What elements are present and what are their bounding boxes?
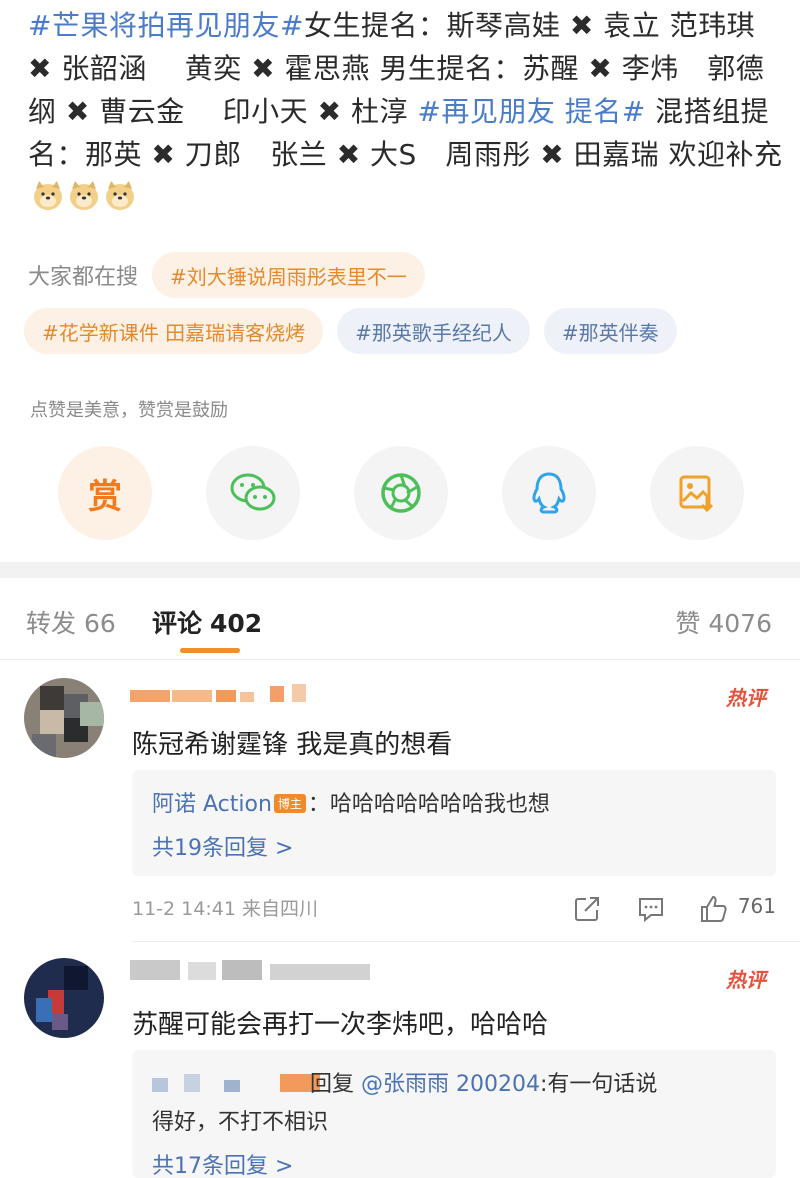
hot-search-pill[interactable]: #那英歌手经纪人 [337, 308, 530, 354]
like-count: 761 [737, 894, 776, 918]
cross-mark: ✖ [151, 138, 176, 171]
topic-tag-2[interactable]: #再见朋友 提名# [417, 95, 645, 128]
post-text-segment: 刀郎 张兰 [175, 138, 337, 171]
reply-author[interactable]: 阿诺 Action [152, 792, 272, 817]
reward-hint: 点赞是美意，赞赏是鼓励 [30, 400, 228, 421]
comment-item: 热评 苏醒可能会再打一次李炜吧，哈哈哈 回复 @张雨雨 200204:有一句话说… [0, 942, 800, 1178]
hot-search-row: 大家都在搜 #刘大锤说周雨彤表里不一 [28, 252, 425, 298]
post-text-segment: 霍思燕 男生提名：苏醒 [275, 52, 589, 85]
cross-mark: ✖ [588, 52, 613, 85]
share-moments-button[interactable] [354, 446, 448, 540]
comment-text: 陈冠希谢霆锋 我是真的想看 [132, 730, 453, 760]
post-text-segment: 曹云金 印小天 [89, 95, 318, 128]
reply-icon[interactable] [636, 894, 666, 924]
author-badge: 博主 [273, 794, 306, 813]
tab-likes-count: 4076 [708, 609, 772, 638]
share-wechat-button[interactable] [206, 446, 300, 540]
tab-repost-label: 转发 [26, 609, 77, 638]
reply-preview[interactable]: 阿诺 Action 博主 ：哈哈哈哈哈哈哈我也想 共19条回复 > [132, 770, 776, 876]
tab-repost-count: 66 [84, 609, 116, 638]
reply-author-blurred[interactable] [152, 1072, 324, 1094]
reward-button[interactable]: 赏 [58, 446, 152, 540]
more-replies-link[interactable]: 共17条回复 > [152, 1148, 293, 1178]
post-text-segment: 女生提名：斯琴高娃 [303, 9, 570, 42]
reward-label: 赏 [88, 476, 122, 517]
tab-comments[interactable]: 评论 402 [152, 604, 262, 640]
cross-mark: ✖ [251, 52, 276, 85]
cross-mark: ✖ [317, 95, 342, 128]
interaction-tabs: 转发 66 评论 402 赞 4076 [0, 600, 800, 653]
section-divider [0, 562, 800, 578]
post-text-segment: 张韶涵 黄奕 [51, 52, 252, 85]
cross-mark: ✖ [540, 138, 565, 171]
reply-mention[interactable]: @张雨雨 200204 [361, 1072, 540, 1097]
save-image-icon [679, 475, 714, 513]
hot-search-pill[interactable]: #那英伴奏 [543, 308, 677, 354]
cross-mark: ✖ [569, 9, 594, 42]
qq-icon [532, 472, 566, 514]
cross-mark: ✖ [336, 138, 361, 171]
wechat-icon [230, 473, 276, 511]
comment-item: 热评 陈冠希谢霆锋 我是真的想看 阿诺 Action 博主 ：哈哈哈哈哈哈哈我也想 … [0, 660, 800, 942]
hot-search-pill[interactable]: #刘大锤说周雨彤表里不一 [152, 252, 425, 298]
share-icon[interactable] [572, 894, 602, 924]
more-replies-link[interactable]: 共19条回复 > [152, 830, 293, 862]
share-qq-button[interactable] [502, 446, 596, 540]
username-blurred[interactable] [130, 960, 380, 982]
hot-comment-badge: 热评 [726, 686, 766, 710]
reply-text: :有一句话说 [540, 1072, 658, 1097]
hot-comment-badge: 热评 [726, 968, 766, 992]
reply-text: ：哈哈哈哈哈哈哈我也想 [307, 792, 550, 817]
tab-repost[interactable]: 转发 66 [26, 604, 116, 640]
hot-search-row-2: #花学新课件 田嘉瑞请客烧烤 #那英歌手经纪人 #那英伴奏 [24, 308, 677, 354]
tab-likes[interactable]: 赞 4076 [675, 604, 772, 640]
share-row: 赏 [58, 446, 778, 540]
thumbs-up-icon[interactable] [698, 894, 728, 924]
topic-tag-1[interactable]: #芒果将拍再见朋友# [28, 9, 304, 42]
avatar[interactable] [24, 958, 104, 1038]
tab-likes-label: 赞 [675, 609, 701, 638]
post-text-segment: 袁立 范玮琪 [593, 9, 756, 42]
doge-emoji-icon [70, 181, 98, 210]
comment-text: 苏醒可能会再打一次李炜吧，哈哈哈 [132, 1010, 549, 1040]
comment-timestamp: 11-2 14:41 来自四川 [132, 898, 318, 920]
hot-search-label: 大家都在搜 [28, 265, 139, 290]
post-text-segment: 杜淳 [341, 95, 418, 128]
comment-meta: 11-2 14:41 来自四川 761 [132, 894, 776, 924]
post-text-segment: 田嘉瑞 欢迎补充 [564, 138, 783, 171]
tab-comments-count: 402 [210, 609, 263, 638]
hot-search-pill[interactable]: #花学新课件 田嘉瑞请客烧烤 [24, 308, 324, 354]
post-text-segment: 大S 周雨彤 [360, 138, 541, 171]
reply-preview[interactable]: 回复 @张雨雨 200204:有一句话说 得好，不打不相识 共17条回复 > [132, 1050, 776, 1178]
reply-prefix: 回复 [310, 1072, 355, 1097]
cross-mark: ✖ [65, 95, 90, 128]
tab-comments-label: 评论 [152, 609, 203, 638]
reply-line: 阿诺 Action 博主 ：哈哈哈哈哈哈哈我也想 [152, 786, 550, 818]
cross-mark: ✖ [28, 52, 52, 85]
save-image-button[interactable] [650, 446, 744, 540]
doge-emoji-icon [34, 181, 62, 210]
active-tab-indicator [180, 648, 240, 653]
post-text: #芒果将拍再见朋友#女生提名：斯琴高娃 ✖ 袁立 范玮琪 ✖ 张韶涵 黄奕 ✖ … [28, 4, 788, 219]
reply-line: 回复 @张雨雨 200204:有一句话说 [310, 1066, 657, 1098]
reply-text-continued: 得好，不打不相识 [152, 1110, 329, 1135]
avatar[interactable] [24, 678, 104, 758]
username-blurred[interactable] [130, 684, 320, 704]
moments-icon [381, 473, 421, 513]
doge-emoji-icon [106, 181, 134, 210]
